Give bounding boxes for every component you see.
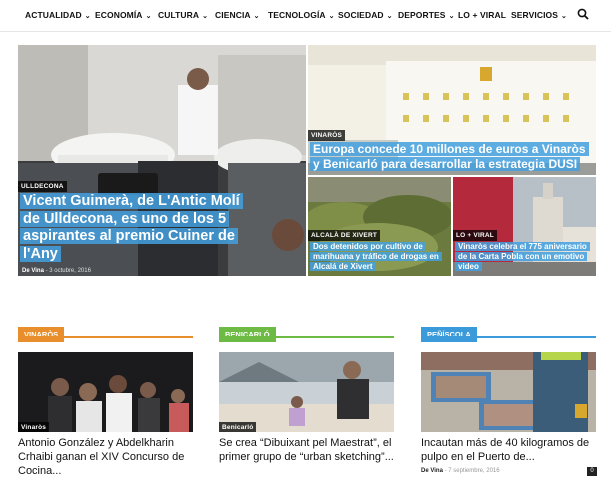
- chevron-down-icon: ⌄: [328, 13, 335, 20]
- comment-count-badge[interactable]: 0: [587, 467, 597, 476]
- category-tag[interactable]: ALCALÀ DE XIVERT: [308, 230, 381, 241]
- urban-sketching-photo: [219, 352, 394, 432]
- nav-label: CIENCIA: [215, 10, 251, 20]
- article-title[interactable]: Se crea “Dibuixant pel Maestrat”, el pri…: [219, 436, 399, 464]
- article-thumbnail[interactable]: [421, 352, 596, 432]
- nav-item-cultura[interactable]: CULTURA ⌄: [158, 10, 208, 20]
- nav-item-lo-mas-viral[interactable]: LO + VIRAL: [458, 10, 506, 20]
- chevron-down-icon: ⌄: [386, 13, 393, 20]
- article-meta: De Vina - 3 octubre, 2016: [22, 268, 91, 274]
- chevron-down-icon: ⌄: [448, 13, 455, 20]
- featured-bottom-left-title[interactable]: Dos detenidos por cultivo de marihuana y…: [310, 242, 449, 271]
- featured-top-right-article[interactable]: VINARÒS Europa concede 10 millones de eu…: [308, 45, 596, 175]
- author-name[interactable]: De Vina: [22, 268, 44, 274]
- nav-label: LO + VIRAL: [458, 10, 506, 20]
- chevron-down-icon: ⌄: [202, 13, 209, 20]
- category-tag[interactable]: ULLDECONA: [18, 181, 67, 192]
- section-label[interactable]: BENICARLÓ: [219, 327, 276, 342]
- nav-label: SERVICIOS: [511, 10, 559, 20]
- nav-item-actualidad[interactable]: ACTUALIDAD ⌄: [25, 10, 91, 20]
- section-header-peniscola: PEÑÍSCOLA: [421, 324, 596, 342]
- category-tag[interactable]: Benicarló: [219, 422, 257, 432]
- nav-item-economia[interactable]: ECONOMÍA ⌄: [95, 10, 152, 20]
- article-date: - 7 septiembre, 2016: [444, 468, 500, 474]
- article-thumbnail[interactable]: Benicarló: [219, 352, 394, 432]
- featured-bottom-left-article[interactable]: ALCALÀ DE XIVERT Dos detenidos por culti…: [308, 177, 451, 276]
- section-label[interactable]: VINARÒS: [18, 327, 65, 342]
- category-tag[interactable]: VINARÒS: [308, 130, 346, 141]
- nav-item-servicios[interactable]: SERVICIOS ⌄: [511, 10, 567, 20]
- nav-item-sociedad[interactable]: SOCIEDAD ⌄: [338, 10, 393, 20]
- article-title[interactable]: Antonio González y Abdelkharin Crhaibi g…: [18, 436, 198, 478]
- nav-label: CULTURA: [158, 10, 200, 20]
- nav-label: DEPORTES: [398, 10, 446, 20]
- nav-label: SOCIEDAD: [338, 10, 384, 20]
- chevron-down-icon: ⌄: [145, 13, 152, 20]
- nav-label: TECNOLOGÍA: [268, 10, 326, 20]
- featured-bottom-right-article[interactable]: LO + VIRAL Vinaròs celebra el 775 aniver…: [453, 177, 596, 276]
- section-divider: [219, 336, 394, 338]
- cooking-contest-photo: [18, 352, 193, 432]
- chevron-down-icon: ⌄: [84, 13, 91, 20]
- featured-main-title[interactable]: Vicent Guimerà, de L'Antic Molí de Ullde…: [20, 193, 260, 264]
- section-label[interactable]: PEÑÍSCOLA: [421, 327, 477, 342]
- section-header-benicarlo: BENICARLÓ: [219, 324, 394, 342]
- nav-label: ACTUALIDAD: [25, 10, 82, 20]
- seized-octopus-photo: [421, 352, 596, 432]
- author-name[interactable]: De Vina: [421, 468, 443, 474]
- section-divider: [18, 336, 193, 338]
- article-thumbnail[interactable]: Vinaròs: [18, 352, 193, 432]
- article-date: - 3 octubre, 2016: [45, 268, 91, 274]
- featured-bottom-right-title[interactable]: Vinaròs celebra el 775 aniversario de la…: [455, 242, 594, 271]
- chevron-down-icon: ⌄: [253, 13, 260, 20]
- nav-item-ciencia[interactable]: CIENCIA ⌄: [215, 10, 260, 20]
- section-header-vinaros: VINARÒS: [18, 324, 193, 342]
- article-title[interactable]: Incautan más de 40 kilogramos de pulpo e…: [421, 436, 601, 464]
- article-meta: De Vina - 7 septiembre, 2016: [421, 468, 500, 474]
- category-tag[interactable]: LO + VIRAL: [453, 230, 497, 241]
- featured-top-right-title[interactable]: Europa concede 10 millones de euros a Vi…: [310, 142, 594, 171]
- section-divider: [421, 336, 596, 338]
- top-navigation: ACTUALIDAD ⌄ ECONOMÍA ⌄ CULTURA ⌄ CIENCIA ⌄ …: [0, 0, 611, 32]
- chevron-down-icon: ⌄: [561, 13, 568, 20]
- category-tag[interactable]: Vinaròs: [18, 422, 50, 432]
- nav-item-tecnologia[interactable]: TECNOLOGÍA ⌄: [268, 10, 335, 20]
- featured-main-article[interactable]: ULLDECONA Vicent Guimerà, de L'Antic Mol…: [18, 45, 306, 276]
- search-icon[interactable]: [577, 8, 589, 20]
- nav-label: ECONOMÍA: [95, 10, 143, 20]
- nav-item-deportes[interactable]: DEPORTES ⌄: [398, 10, 455, 20]
